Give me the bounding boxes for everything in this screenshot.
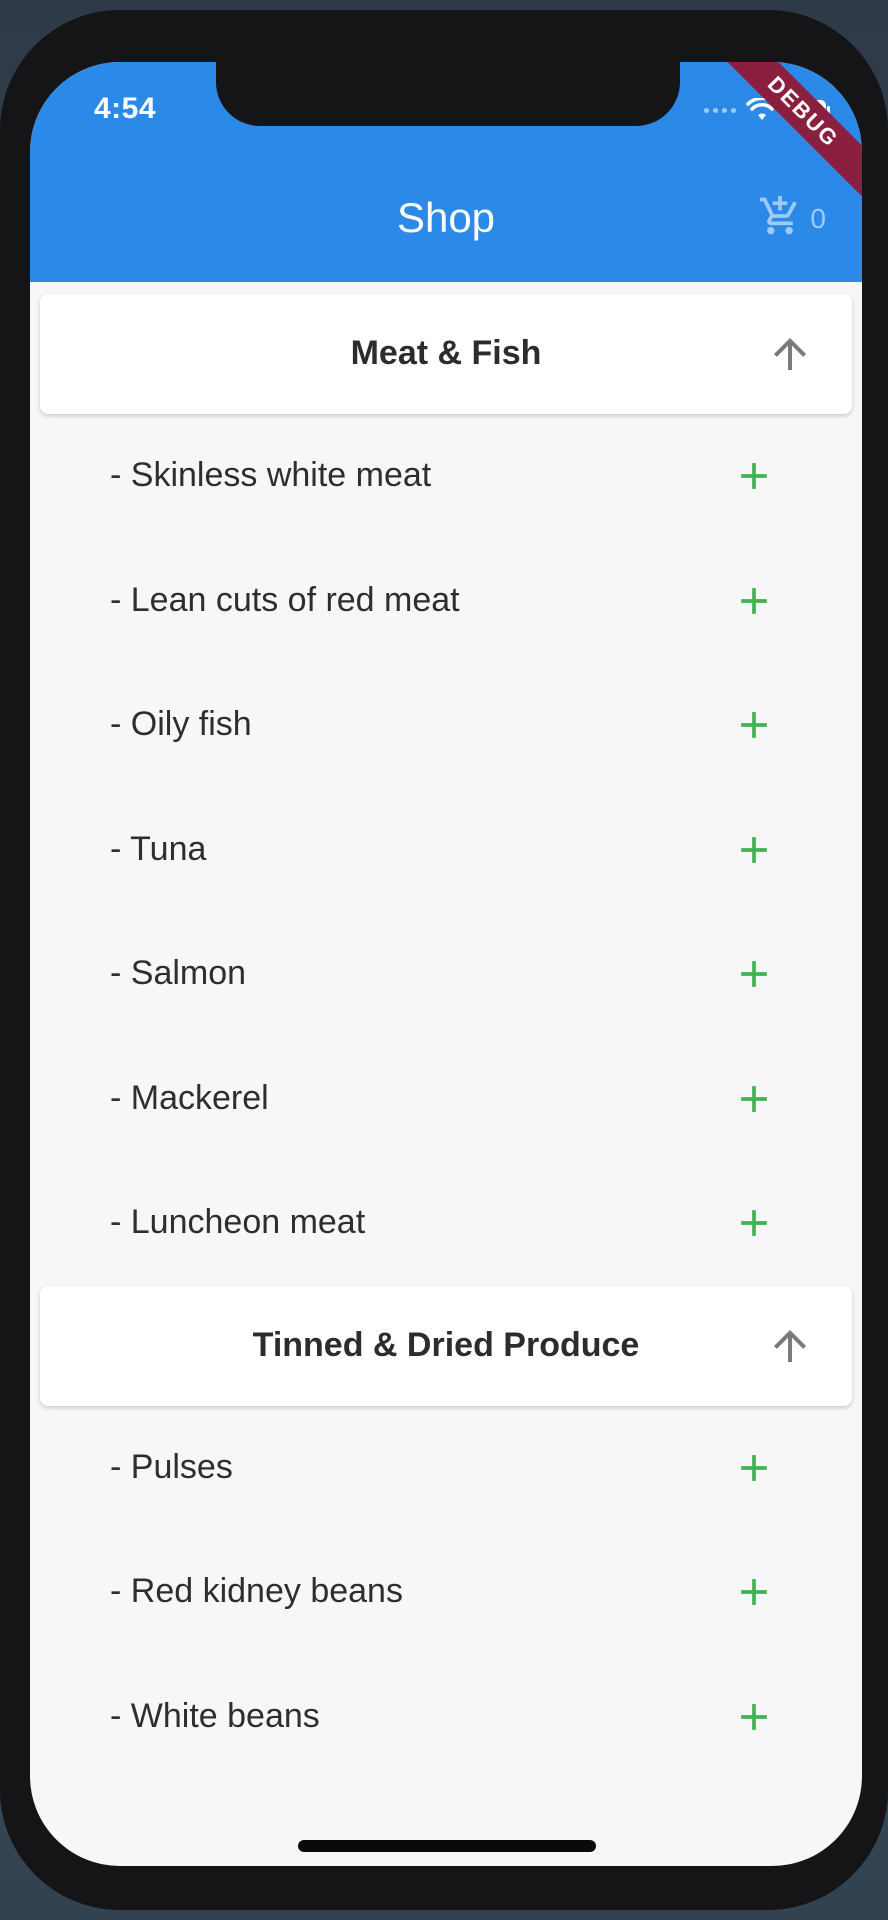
add-shopping-cart-icon <box>758 194 802 243</box>
section-header[interactable]: Meat & Fish <box>40 294 852 414</box>
arrow-up-icon[interactable] <box>766 1322 814 1370</box>
list-item: - Luncheon meat <box>30 1161 862 1286</box>
item-label: - Pulses <box>110 1447 233 1486</box>
item-list: - Pulses - Red kidney beans - White bean… <box>30 1406 862 1780</box>
add-icon[interactable] <box>732 579 776 623</box>
add-icon[interactable] <box>732 1446 776 1490</box>
list-item: - Salmon <box>30 912 862 1037</box>
item-label: - Mackerel <box>110 1078 269 1117</box>
item-label: - Tuna <box>110 829 207 868</box>
list-item: - White beans <box>30 1655 862 1780</box>
section-tinned-dried: Tinned & Dried Produce - Pulses - Red ki… <box>30 1285 862 1780</box>
add-icon[interactable] <box>732 454 776 498</box>
phone-notch <box>216 62 680 126</box>
item-label: - Oily fish <box>110 705 252 743</box>
section-header[interactable]: Tinned & Dried Produce <box>40 1285 852 1406</box>
item-label: - Luncheon meat <box>110 1203 366 1241</box>
section-title: Tinned & Dried Produce <box>252 1325 640 1364</box>
page-title: Shop <box>396 194 496 241</box>
item-label: - Salmon <box>110 954 247 992</box>
shop-list: Meat & Fish - Skinless white meat - Lean… <box>30 282 862 1779</box>
app-bar: 4:54 DEBUG Shop 0 <box>30 62 862 282</box>
list-item: - Tuna <box>30 788 862 913</box>
add-icon[interactable] <box>732 1077 776 1121</box>
arrow-up-icon[interactable] <box>766 330 814 378</box>
add-icon[interactable] <box>732 952 776 996</box>
item-label: - White beans <box>110 1696 320 1735</box>
status-time: 4:54 <box>94 92 157 125</box>
phone-frame: 4:54 DEBUG Shop 0 Meat & Fish - Skinless… <box>0 10 888 1910</box>
add-icon[interactable] <box>732 703 776 747</box>
debug-banner: DEBUG <box>708 62 862 207</box>
background: 4:54 DEBUG Shop 0 Meat & Fish - Skinless… <box>0 0 888 1920</box>
list-item: - Skinless white meat <box>30 414 862 539</box>
list-item: - Oily fish <box>30 663 862 788</box>
cart-count: 0 <box>810 202 826 234</box>
item-label: - Lean cuts of red meat <box>110 580 460 619</box>
list-item: - Red kidney beans <box>30 1530 862 1655</box>
section-meat-fish: Meat & Fish - Skinless white meat - Lean… <box>30 294 862 1286</box>
item-list: - Skinless white meat - Lean cuts of red… <box>30 414 862 1286</box>
item-label: - Red kidney beans <box>110 1572 403 1610</box>
home-indicator <box>298 1840 596 1852</box>
list-item: - Mackerel <box>30 1037 862 1162</box>
signal-icon <box>704 107 736 113</box>
add-icon[interactable] <box>732 1695 776 1739</box>
item-label: - Skinless white meat <box>110 456 432 494</box>
add-icon[interactable] <box>732 828 776 872</box>
add-icon[interactable] <box>732 1201 776 1245</box>
add-icon[interactable] <box>732 1570 776 1614</box>
list-item: - Pulses <box>30 1406 862 1531</box>
phone-screen: 4:54 DEBUG Shop 0 Meat & Fish - Skinless… <box>30 62 862 1866</box>
list-item: - Lean cuts of red meat <box>30 539 862 664</box>
cart-button[interactable]: 0 <box>758 194 826 243</box>
section-title: Meat & Fish <box>350 334 542 372</box>
